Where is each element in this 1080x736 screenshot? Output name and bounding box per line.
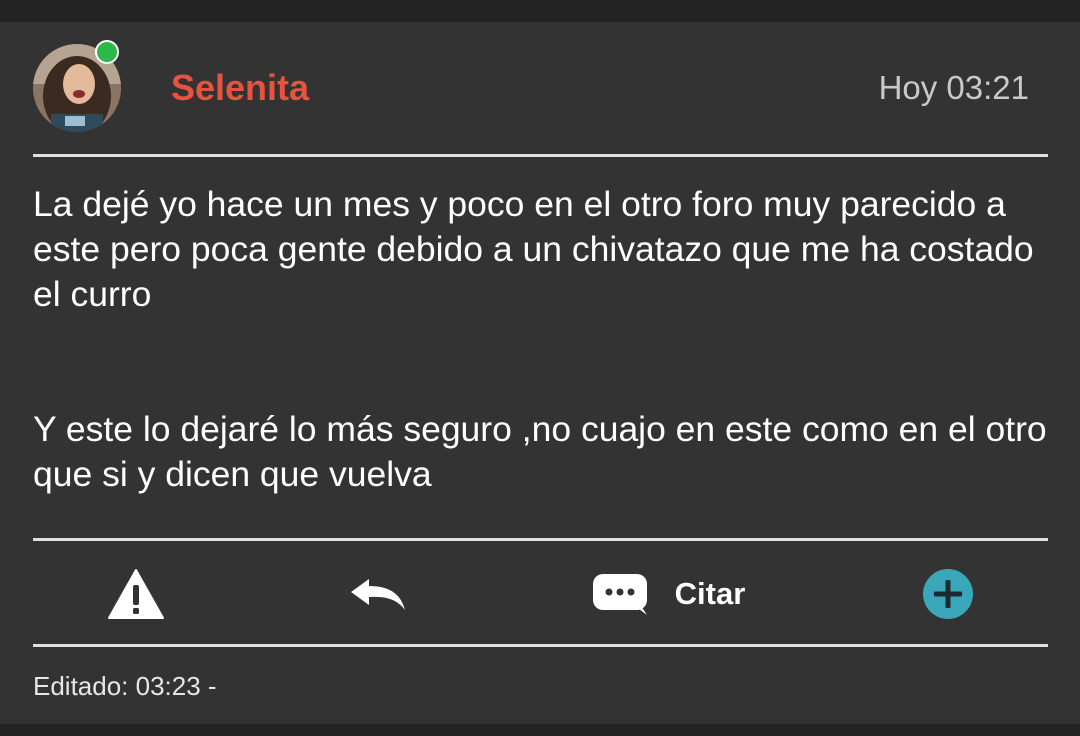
forum-post: Selenita Hoy 03:21 La dejé yo hace un me… bbox=[0, 22, 1080, 724]
more-actions-button[interactable] bbox=[918, 542, 978, 646]
plus-circle-icon bbox=[923, 569, 973, 619]
header-divider bbox=[33, 154, 1048, 157]
post-paragraph: La dejé yo hace un mes y poco en el otro… bbox=[33, 184, 1034, 314]
quote-button[interactable]: Citar bbox=[583, 542, 753, 646]
quote-label: Citar bbox=[674, 576, 746, 611]
reply-button[interactable] bbox=[343, 542, 413, 646]
warning-icon bbox=[108, 569, 164, 619]
actions-divider bbox=[33, 644, 1048, 647]
report-button[interactable] bbox=[103, 542, 169, 646]
post-timestamp: Hoy 03:21 bbox=[878, 69, 1029, 106]
top-strip bbox=[0, 0, 1080, 22]
bottom-strip bbox=[0, 724, 1080, 736]
post-paragraph: Y este lo dejaré lo más seguro ,no cuajo… bbox=[33, 409, 1047, 494]
body-divider bbox=[33, 538, 1048, 541]
edited-note: Editado: 03:23 - bbox=[33, 671, 217, 701]
online-status-dot bbox=[95, 40, 119, 64]
post-body: La dejé yo hace un mes y poco en el otro… bbox=[33, 182, 1053, 497]
reply-arrow-icon bbox=[351, 579, 405, 610]
post-actions: Citar bbox=[33, 542, 1048, 646]
speech-bubble-icon bbox=[592, 574, 647, 615]
author-name[interactable]: Selenita bbox=[171, 66, 309, 110]
